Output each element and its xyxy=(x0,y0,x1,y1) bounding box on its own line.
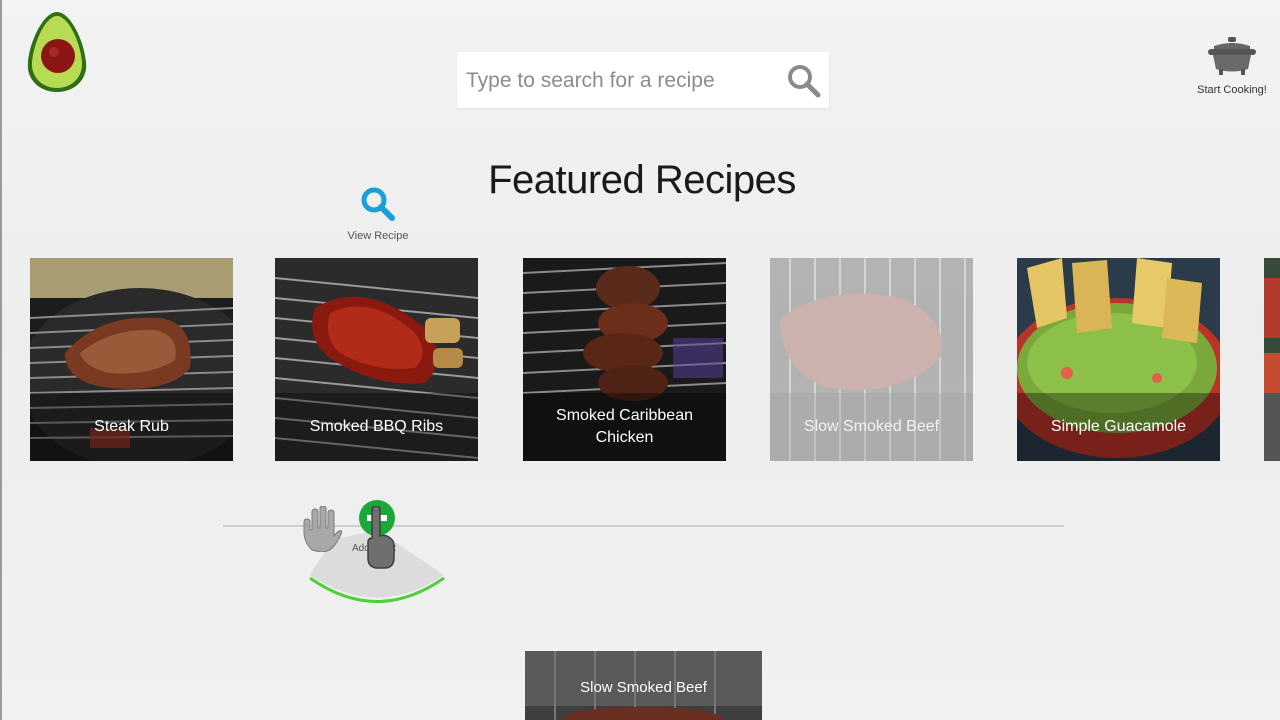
magnifier-icon xyxy=(361,187,395,221)
recipe-card-next-peek[interactable] xyxy=(1264,258,1280,461)
start-cooking-label: Start Cooking! xyxy=(1197,84,1267,96)
recipe-card-simple-guacamole[interactable]: Simple Guacamole xyxy=(1017,258,1220,461)
recipe-title: Simple Guacamole xyxy=(1050,418,1187,435)
search-icon[interactable] xyxy=(787,64,821,98)
recipe-title: Steak Rub xyxy=(94,418,169,435)
recipe-title: Slow Smoked Beef xyxy=(803,418,940,435)
view-recipe-button[interactable]: View Recipe xyxy=(345,186,411,242)
recipe-title: Smoked Caribbean Chicken xyxy=(556,407,693,446)
page-title: Featured Recipes xyxy=(488,158,796,202)
recipe-title: Smoked BBQ Ribs xyxy=(309,418,444,435)
view-recipe-label: View Recipe xyxy=(347,230,409,242)
recipe-card-steak-rub[interactable]: Steak Rub xyxy=(30,258,233,461)
search-input[interactable] xyxy=(464,52,778,110)
recipe-card-smoked-bbq-ribs[interactable]: Smoked BBQ Ribs xyxy=(275,258,478,461)
recipe-card-smoked-caribbean-chicken[interactable]: Smoked Caribbean Chicken xyxy=(523,258,726,461)
search-bar xyxy=(457,52,829,110)
dragging-recipe-card[interactable]: Slow Smoked Beef xyxy=(525,651,762,720)
recipe-image xyxy=(1264,258,1280,461)
dragging-recipe-title: Slow Smoked Beef xyxy=(580,679,707,696)
start-cooking-button[interactable]: Start Cooking! xyxy=(1192,36,1272,96)
hand-pointer-cursor-icon xyxy=(367,506,395,569)
open-hand-icon xyxy=(303,506,342,552)
cooking-pot-icon xyxy=(1208,37,1256,75)
recipe-card-slow-smoked-beef-placeholder[interactable]: Slow Smoked Beef xyxy=(770,258,973,461)
avocado-logo[interactable] xyxy=(26,10,88,94)
